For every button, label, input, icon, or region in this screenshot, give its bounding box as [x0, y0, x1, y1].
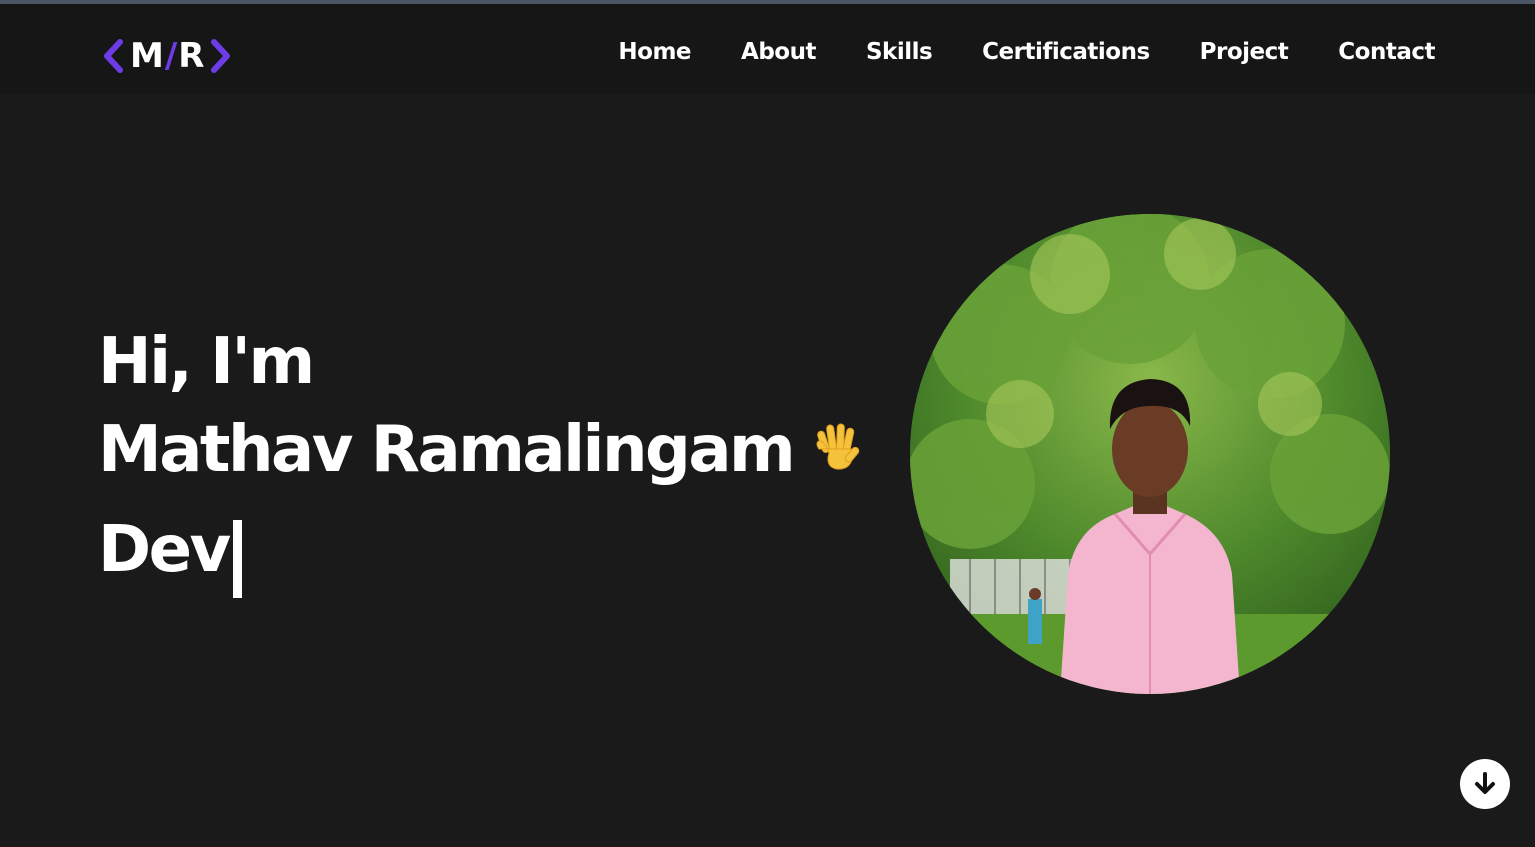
nav-link-project[interactable]: Project: [1200, 39, 1289, 65]
hero-name-row: Mathav Ramalingam: [98, 406, 878, 494]
hero-typed-role-row: Dev: [98, 500, 878, 600]
hero-typed-role: Dev: [98, 513, 231, 587]
nav-link-contact[interactable]: Contact: [1338, 39, 1435, 65]
hero-greeting: Hi, I'm: [98, 325, 315, 399]
site-logo[interactable]: M / R: [102, 34, 232, 78]
profile-photo: [910, 214, 1390, 694]
nav-link-certifications[interactable]: Certifications: [982, 39, 1150, 65]
hero-section: Hi, I'm Mathav Ramalingam Dev: [98, 318, 878, 600]
profile-photo-illustration: [910, 214, 1390, 694]
chevron-left-icon: [104, 39, 123, 73]
typing-cursor: [232, 520, 242, 598]
logo-slash: /: [164, 36, 178, 76]
logo-letter-m: M: [130, 36, 164, 76]
nav-link-home[interactable]: Home: [618, 39, 691, 65]
main-nav: Home About Skills Certifications Project…: [618, 32, 1435, 72]
scroll-down-button[interactable]: [1460, 759, 1510, 809]
nav-link-about[interactable]: About: [741, 39, 816, 65]
navbar: M / R Home About Skills Certifications P…: [0, 4, 1535, 94]
waving-hand-icon: [816, 423, 860, 470]
chevron-right-icon: [211, 39, 231, 73]
arrow-down-icon: [1475, 772, 1495, 794]
nav-link-skills[interactable]: Skills: [866, 39, 933, 65]
logo-letter-r: R: [178, 36, 205, 76]
hero-name: Mathav Ramalingam: [98, 413, 796, 487]
